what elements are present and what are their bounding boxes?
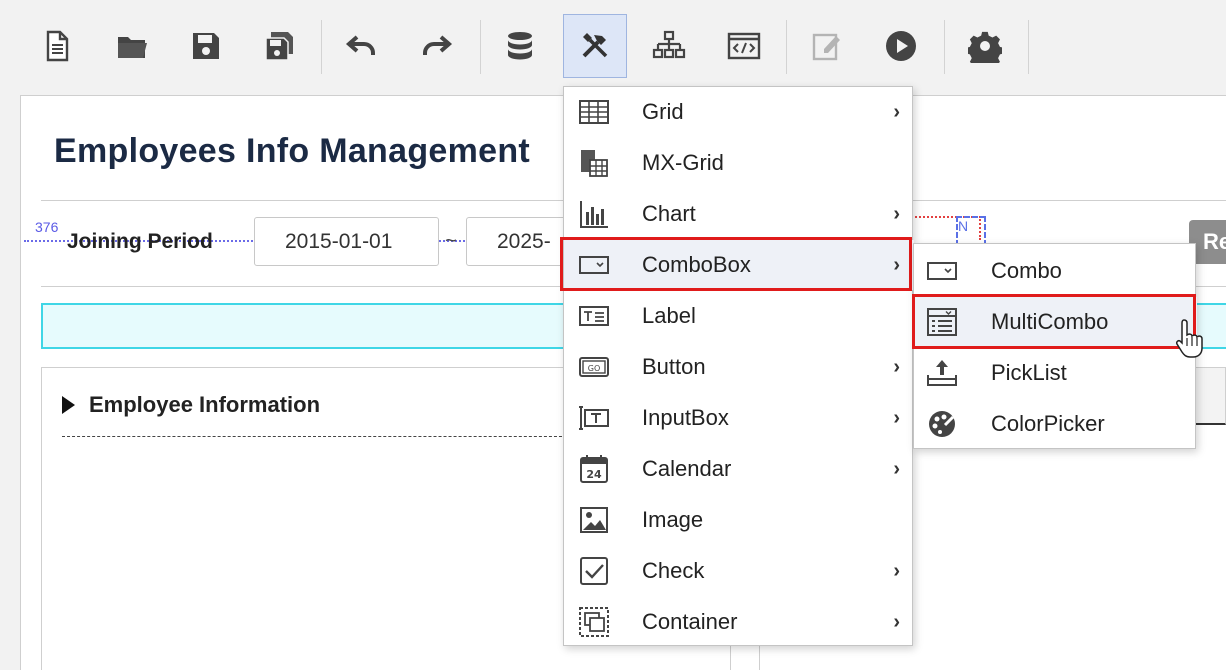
hand-cursor-icon xyxy=(1176,319,1203,358)
button-icon: GO xyxy=(578,351,610,383)
colorpicker-icon xyxy=(926,408,958,440)
undo-icon[interactable] xyxy=(330,14,394,78)
component-menu: Grid › MX-Grid Chart › ComboBox › Label … xyxy=(563,86,914,647)
redo-icon[interactable] xyxy=(404,14,468,78)
menu-item-calendar[interactable]: 24 Calendar › xyxy=(564,444,914,494)
date-separator: ~ xyxy=(445,230,457,252)
hierarchy-icon[interactable] xyxy=(637,14,701,78)
panel-title-label: Employee Information xyxy=(89,392,321,417)
play-icon[interactable] xyxy=(869,14,933,78)
edit-icon[interactable] xyxy=(795,14,859,78)
menu-item-label[interactable]: Label xyxy=(564,291,914,341)
menu-item-container[interactable]: Container › xyxy=(564,597,914,647)
grid-icon xyxy=(578,96,610,128)
page-title: Employees Info Management xyxy=(54,132,531,170)
panel-divider xyxy=(62,436,567,437)
container-icon xyxy=(578,606,610,638)
toolbar xyxy=(0,0,1226,92)
open-folder-icon[interactable] xyxy=(100,14,164,78)
calendar-icon: 24 xyxy=(578,453,610,485)
menu-item-check[interactable]: Check › xyxy=(564,546,914,596)
chart-icon xyxy=(578,198,610,230)
check-icon xyxy=(578,555,610,587)
picklist-icon xyxy=(926,357,958,389)
triangle-icon xyxy=(62,396,75,414)
gear-icon[interactable] xyxy=(953,14,1017,78)
save-icon[interactable] xyxy=(174,14,238,78)
inputbox-icon xyxy=(578,402,610,434)
combo-icon xyxy=(926,255,958,287)
multicombo-highlight xyxy=(912,294,1196,349)
save-all-icon[interactable] xyxy=(247,14,311,78)
svg-text:24: 24 xyxy=(586,468,602,481)
code-icon[interactable] xyxy=(712,14,776,78)
menu-item-mx-grid[interactable]: MX-Grid xyxy=(564,138,914,188)
guide-marker: N xyxy=(956,216,986,246)
menu-item-inputbox[interactable]: InputBox › xyxy=(564,393,914,443)
guide-number: 376 xyxy=(35,219,59,235)
mx-grid-icon xyxy=(578,147,610,179)
tools-icon[interactable] xyxy=(563,14,627,78)
menu-item-grid[interactable]: Grid › xyxy=(564,87,914,137)
svg-text:GO: GO xyxy=(588,364,601,373)
new-file-icon[interactable] xyxy=(25,14,89,78)
submenu-item-colorpicker[interactable]: ColorPicker xyxy=(914,399,1197,449)
menu-item-image[interactable]: Image xyxy=(564,495,914,545)
menu-item-button[interactable]: GO Button › xyxy=(564,342,914,392)
panel-title: Employee Information xyxy=(62,392,320,418)
submenu-item-combo[interactable]: Combo xyxy=(914,246,1197,296)
label-icon xyxy=(578,300,610,332)
joining-period-label: Joining Period xyxy=(67,230,213,253)
combobox-highlight xyxy=(560,237,912,291)
menu-item-chart[interactable]: Chart › xyxy=(564,189,914,239)
submenu-item-picklist[interactable]: PickList xyxy=(914,348,1197,398)
image-icon xyxy=(578,504,610,536)
database-icon[interactable] xyxy=(488,14,552,78)
date-from-input[interactable]: 2015-01-01 xyxy=(254,217,439,266)
